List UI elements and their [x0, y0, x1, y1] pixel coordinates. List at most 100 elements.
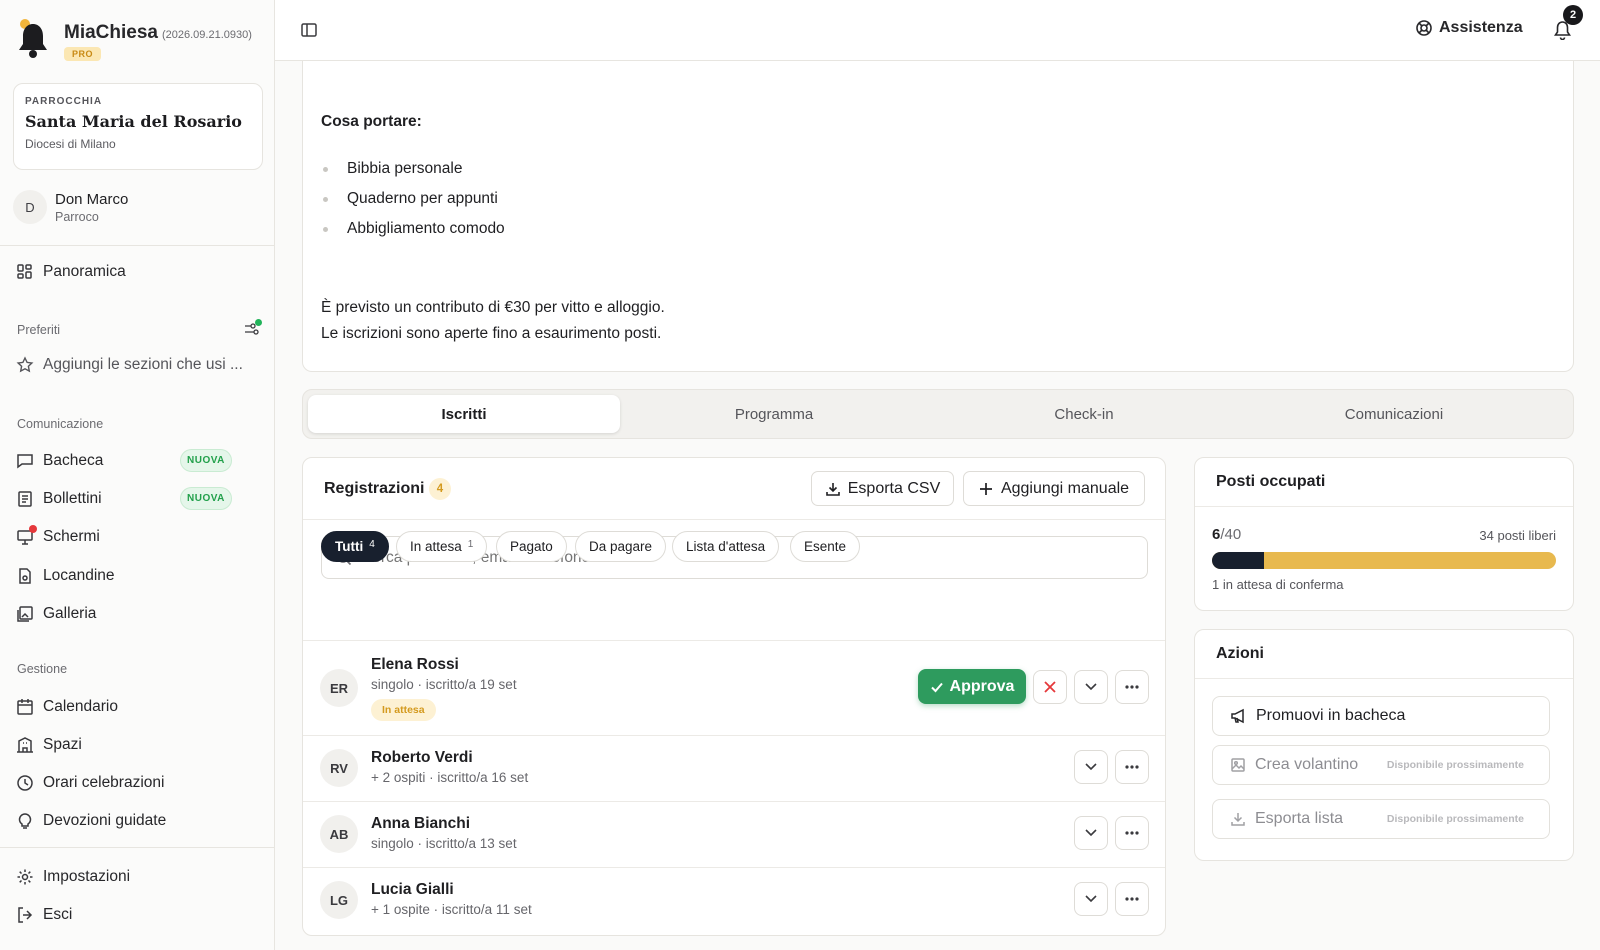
registrant-detail: + 2 ospiti · iscritto/a 16 set	[371, 770, 529, 785]
avatar: D	[13, 190, 47, 224]
sidebar-item-spazi[interactable]: Spazi	[16, 730, 261, 760]
approve-label: Approva	[949, 677, 1015, 695]
table-row[interactable]: RV Roberto Verdi + 2 ospiti · iscritto/a…	[303, 735, 1165, 801]
user-profile[interactable]: D Don Marco Parroco	[13, 190, 128, 224]
more-horizontal-icon	[1125, 831, 1139, 835]
table-row[interactable]: LG Lucia Gialli + 1 ospite · iscritto/a …	[303, 867, 1165, 933]
export-csv-button[interactable]: Esporta CSV	[811, 471, 954, 506]
progress-pending	[1212, 552, 1556, 569]
filter-da-pagare[interactable]: Da pagare	[575, 531, 667, 562]
download-icon	[1230, 811, 1246, 827]
sidebar-item-label: Esci	[43, 906, 73, 923]
sidebar-item-logout[interactable]: Esci	[16, 900, 261, 930]
sidebar-item-label: Impostazioni	[43, 868, 131, 885]
bell-logo-icon	[16, 18, 50, 60]
image-icon	[1230, 757, 1246, 773]
tab-comunicazioni[interactable]: Comunicazioni	[1238, 395, 1550, 433]
expand-button[interactable]	[1074, 670, 1108, 704]
divider	[303, 519, 1165, 520]
bring-list: Bibbia personale Quaderno per appunti Ab…	[323, 154, 505, 244]
sidebar-toggle-icon[interactable]	[300, 21, 318, 39]
more-button[interactable]	[1115, 750, 1149, 784]
add-manual-label: Aggiungi manuale	[1000, 479, 1130, 497]
favorites-empty-label: Aggiungi le sezioni che usi ...	[43, 356, 243, 373]
favorites-empty[interactable]: Aggiungi le sezioni che usi ...	[16, 350, 261, 380]
tab-programma[interactable]: Programma	[618, 395, 930, 433]
filter-esente[interactable]: Esente	[790, 531, 861, 562]
brand[interactable]: MiaChiesa (2026.09.21.0930) PRO	[16, 18, 252, 62]
divider	[1195, 678, 1573, 679]
more-horizontal-icon	[1125, 685, 1139, 689]
sidebar-item-orari[interactable]: Orari celebrazioni	[16, 768, 261, 798]
filter-tutti[interactable]: Tutti 4	[321, 531, 389, 562]
divider	[0, 245, 275, 246]
more-button[interactable]	[1115, 816, 1149, 850]
megaphone-icon	[1230, 708, 1247, 724]
sidebar-item-settings[interactable]: Impostazioni	[16, 862, 261, 892]
registrant-detail: singolo · iscritto/a 13 set	[371, 836, 517, 851]
expand-button[interactable]	[1074, 816, 1108, 850]
management-title: Gestione	[17, 662, 68, 676]
sidebar-item-galleria[interactable]: Galleria	[16, 599, 261, 629]
download-icon	[825, 481, 841, 497]
registrant-name: Elena Rossi	[371, 656, 459, 673]
notifications-button[interactable]: 2	[1553, 5, 1583, 40]
filter-pagato[interactable]: Pagato	[496, 531, 567, 562]
sidebar-item-devozioni[interactable]: Devozioni guidate	[16, 806, 261, 836]
more-button[interactable]	[1115, 882, 1149, 916]
sidebar-item-label: Devozioni guidate	[43, 812, 167, 829]
expand-button[interactable]	[1074, 882, 1108, 916]
sidebar-item-calendario[interactable]: Calendario	[16, 692, 261, 722]
reject-button[interactable]	[1033, 670, 1067, 704]
sidebar-item-label: Orari celebrazioni	[43, 774, 165, 791]
tab-iscritti[interactable]: Iscritti	[308, 395, 620, 433]
chevron-down-icon	[1085, 829, 1097, 837]
registrant-name: Lucia Gialli	[371, 881, 454, 898]
new-badge: NUOVA	[180, 487, 232, 510]
sidebar-item-overview[interactable]: Panoramica	[16, 257, 261, 287]
promote-button[interactable]: Promuovi in bacheca	[1212, 696, 1550, 736]
gallery-icon	[16, 605, 34, 623]
avatar: AB	[320, 815, 358, 853]
lifebuoy-icon	[1415, 19, 1433, 37]
alert-dot	[29, 525, 37, 533]
new-badge: NUOVA	[180, 449, 232, 472]
table-row[interactable]: AB Anna Bianchi singolo · iscritto/a 13 …	[303, 801, 1165, 867]
filter-lista-attesa[interactable]: Lista d'attesa	[672, 531, 780, 562]
check-icon	[930, 680, 944, 694]
sidebar-item-schermi[interactable]: Schermi	[16, 522, 261, 552]
coming-soon-note: Disponibile prossimamente	[1386, 813, 1524, 825]
actions-title: Azioni	[1216, 645, 1264, 662]
parish-card[interactable]: PARROCCHIA Santa Maria del Rosario Dioce…	[13, 83, 263, 170]
app-version: (2026.09.21.0930)	[161, 29, 252, 41]
notification-count-badge: 2	[1563, 5, 1583, 25]
chevron-down-icon	[1085, 895, 1097, 903]
close-icon	[1044, 681, 1056, 693]
tab-bar: Iscritti Programma Check-in Comunicazion…	[302, 389, 1574, 439]
add-manual-button[interactable]: Aggiungi manuale	[963, 471, 1145, 506]
clock-icon	[16, 774, 34, 792]
more-button[interactable]	[1115, 670, 1149, 704]
chevron-down-icon	[1085, 763, 1097, 771]
tab-checkin[interactable]: Check-in	[928, 395, 1240, 433]
seats-progress	[1212, 552, 1556, 569]
registrations-title: Registrazioni	[324, 480, 425, 497]
newspaper-icon	[16, 490, 34, 508]
avatar: RV	[320, 749, 358, 787]
parish-name: Santa Maria del Rosario	[25, 112, 242, 131]
help-label: Assistenza	[1439, 19, 1523, 36]
filter-in-attesa[interactable]: In attesa 1	[396, 531, 488, 562]
message-icon	[16, 452, 34, 470]
sidebar-item-locandine[interactable]: Locandine	[16, 561, 261, 591]
favorites-title: Preferiti	[17, 323, 61, 337]
approve-button[interactable]: Approva	[918, 669, 1026, 704]
event-description: Cosa portare: Bibbia personale Quaderno …	[302, 61, 1574, 372]
create-flyer-button: Crea volantino Disponibile prossimamente	[1212, 745, 1550, 785]
seats-count: 6/40	[1212, 526, 1242, 543]
expand-button[interactable]	[1074, 750, 1108, 784]
divider	[0, 847, 275, 848]
help-button[interactable]: Assistenza	[1415, 19, 1523, 37]
calendar-icon	[16, 698, 34, 716]
table-row[interactable]: ER Elena Rossi singolo · iscritto/a 19 s…	[303, 640, 1165, 735]
customize-favorites-icon[interactable]	[243, 319, 262, 337]
